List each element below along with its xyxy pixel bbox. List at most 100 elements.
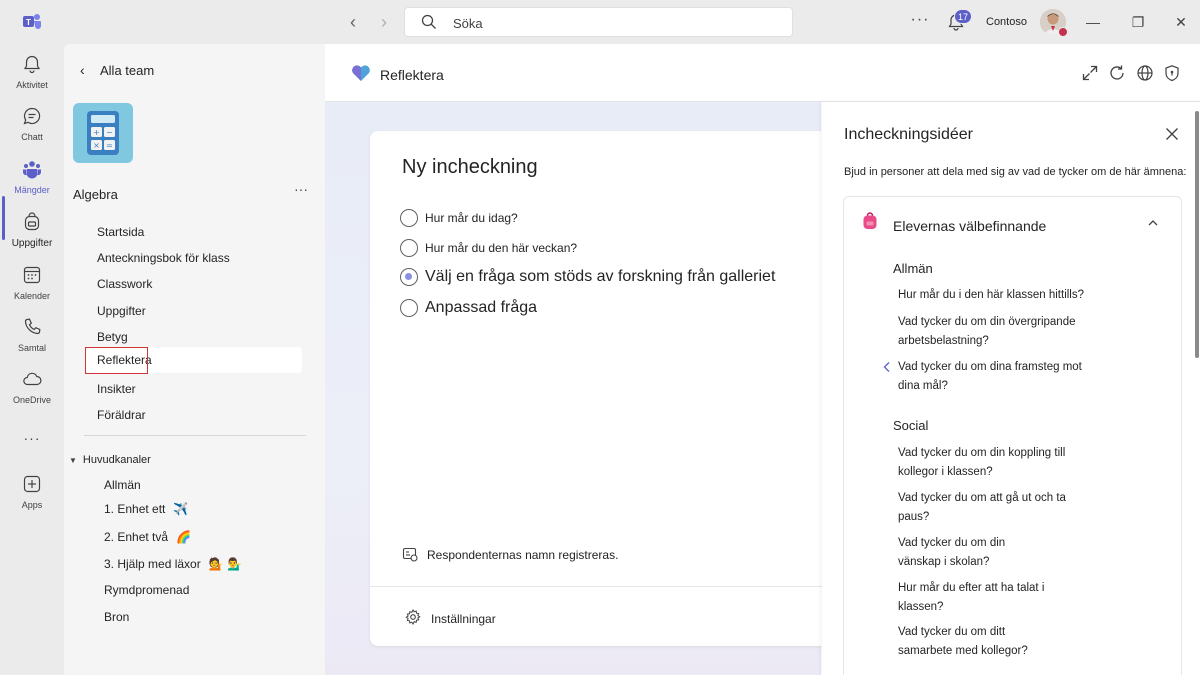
channel-item[interactable]: 1. Enhet ett ✈️ bbox=[104, 499, 188, 519]
question-item[interactable]: Vad tycker du om att gå ut och ta paus? bbox=[898, 489, 1088, 527]
svg-text:+: + bbox=[93, 128, 100, 137]
close-window-icon[interactable]: ✕ bbox=[1171, 12, 1191, 32]
question-item[interactable]: Hur mår du efter att ha talat i klassen? bbox=[898, 579, 1068, 617]
channel-label: 1. Enhet ett bbox=[104, 502, 166, 516]
gear-icon bbox=[405, 609, 421, 625]
app-rail: Aktivitet Chatt Mängder Uppgifter Kalend… bbox=[0, 44, 64, 675]
channel-item[interactable]: 3. Hjälp med läxor 💁 💁‍♂️ bbox=[104, 554, 242, 574]
rail-item-apps[interactable]: Apps bbox=[0, 474, 64, 526]
svg-text:=: = bbox=[106, 141, 113, 150]
tab-assignments[interactable]: Uppgifter bbox=[86, 298, 302, 324]
svg-text:−: − bbox=[106, 128, 113, 137]
back-label: Alla team bbox=[100, 63, 155, 78]
rail-label: Chatt bbox=[21, 132, 43, 142]
question-item[interactable]: Hur mår du i den här klassen hittills? bbox=[898, 286, 1098, 305]
tab-insights[interactable]: Insikter bbox=[86, 376, 302, 402]
caret-down-icon: ▼ bbox=[69, 456, 77, 465]
rail-label: Kalender bbox=[13, 291, 51, 301]
respondents-note-text: Respondenternas namn registreras. bbox=[427, 548, 619, 562]
chevron-left-icon: ‹ bbox=[80, 62, 85, 78]
annotation-highlight-box bbox=[85, 347, 148, 374]
question-item[interactable]: Vad tycker du om dina framsteg mot dina … bbox=[898, 358, 1088, 396]
all-teams-back-link[interactable]: ‹ Alla team bbox=[80, 62, 154, 82]
minimize-icon[interactable]: — bbox=[1083, 12, 1103, 32]
rail-label: Mängder bbox=[14, 185, 50, 195]
shield-icon[interactable] bbox=[1163, 64, 1181, 82]
channel-item[interactable]: Allmän bbox=[104, 475, 141, 495]
radio-button[interactable] bbox=[400, 239, 418, 257]
org-name[interactable]: Contoso bbox=[986, 16, 1027, 28]
radio-button[interactable] bbox=[400, 209, 418, 227]
category-title[interactable]: Elevernas välbefinnande bbox=[893, 218, 1046, 234]
main-area: Reflektera Ny incheckning Hur mår du ida… bbox=[325, 44, 1200, 675]
channels-header-label: Huvudkanaler bbox=[82, 454, 151, 466]
rail-item-teams[interactable]: Mängder bbox=[0, 159, 64, 211]
rail-item-chat[interactable]: Chatt bbox=[0, 106, 64, 158]
checkin-canvas: Ny incheckning Hur mår du idag? Hur mår … bbox=[325, 102, 835, 675]
channel-item[interactable]: Bron bbox=[104, 607, 129, 627]
section-heading-general: Allmän bbox=[893, 261, 933, 276]
search-input[interactable] bbox=[453, 13, 773, 33]
question-item[interactable]: Vad tycker du om din koppling till kolle… bbox=[898, 444, 1088, 482]
ideas-panel-title: Incheckningsidéer bbox=[844, 126, 973, 143]
question-item[interactable]: Vad tycker du om ditt samarbete med koll… bbox=[898, 623, 1048, 661]
globe-icon[interactable] bbox=[1136, 64, 1154, 82]
ideas-panel-subtitle: Bjud in personer att dela med sig av vad… bbox=[844, 166, 1187, 178]
calculator-icon: + − × = bbox=[87, 111, 119, 155]
tab-class-notebook[interactable]: Anteckningsbok för klass bbox=[86, 245, 302, 271]
question-item[interactable]: Vad tycker du om din övergripande arbets… bbox=[898, 313, 1093, 351]
section-heading-social: Social bbox=[893, 418, 929, 433]
more-dots-icon: ··· bbox=[23, 430, 41, 446]
teams-icon bbox=[22, 161, 42, 179]
option-label: Välj en fråga som stöds av forskning frå… bbox=[425, 268, 776, 285]
help-desk-emoji-icon: 💁 💁‍♂️ bbox=[208, 557, 242, 571]
calendar-icon bbox=[23, 266, 41, 284]
expand-icon[interactable] bbox=[1081, 64, 1099, 82]
search-box[interactable] bbox=[404, 7, 793, 37]
restore-icon[interactable]: ❐ bbox=[1128, 12, 1148, 32]
channel-item[interactable]: Rymdpromenad bbox=[104, 580, 189, 600]
channel-item[interactable]: 2. Enhet två 🌈 bbox=[104, 527, 191, 547]
more-options-icon[interactable]: ··· bbox=[910, 12, 930, 32]
team-more-options-icon[interactable]: ··· bbox=[293, 182, 309, 199]
panel-scrollbar[interactable] bbox=[1195, 111, 1199, 358]
id-card-icon bbox=[402, 547, 418, 562]
teams-logo-icon[interactable]: T bbox=[22, 12, 42, 32]
rail-item-onedrive[interactable]: OneDrive bbox=[0, 369, 64, 421]
option-label: Hur mår du den här veckan? bbox=[425, 241, 578, 255]
option-label: Anpassad fråga bbox=[425, 299, 538, 316]
backpack-icon bbox=[24, 212, 40, 231]
bell-icon bbox=[23, 55, 41, 74]
rail-label: OneDrive bbox=[12, 395, 51, 405]
rail-label: Apps bbox=[21, 500, 43, 510]
channels-header[interactable]: ▼ Huvudkanaler bbox=[69, 454, 151, 466]
radio-button[interactable] bbox=[400, 299, 418, 317]
question-item[interactable]: Vad tycker du om din vänskap i skolan? bbox=[898, 534, 1048, 572]
tab-parents[interactable]: Föräldrar bbox=[86, 402, 302, 428]
radio-button-selected[interactable] bbox=[400, 268, 418, 286]
chevron-left-icon bbox=[883, 362, 890, 372]
close-icon[interactable] bbox=[1165, 127, 1179, 141]
tab-startsida[interactable]: Startsida bbox=[86, 219, 302, 245]
cloud-icon bbox=[23, 372, 42, 386]
rail-label: Samtal bbox=[17, 343, 46, 353]
rail-more-apps[interactable]: ··· bbox=[0, 430, 64, 450]
channel-label: 2. Enhet två bbox=[104, 530, 169, 544]
rail-item-activity[interactable]: Aktivitet bbox=[0, 54, 64, 106]
pane-divider bbox=[84, 435, 306, 436]
svg-text:×: × bbox=[93, 141, 100, 150]
tab-classwork[interactable]: Classwork bbox=[86, 271, 302, 297]
reflect-heart-icon bbox=[352, 65, 370, 81]
rail-item-calendar[interactable]: Kalender bbox=[0, 265, 64, 317]
back-arrow-icon[interactable]: ‹ bbox=[343, 12, 363, 32]
forward-arrow-icon[interactable]: › bbox=[374, 12, 394, 32]
option-label: Hur mår du idag? bbox=[425, 211, 518, 225]
backpack-category-icon bbox=[863, 212, 877, 229]
phone-icon bbox=[24, 318, 41, 335]
rail-item-assignments[interactable]: Uppgifter bbox=[0, 212, 64, 264]
channel-label: 3. Hjälp med läxor bbox=[104, 557, 201, 571]
refresh-icon[interactable] bbox=[1108, 64, 1126, 82]
rail-item-calls[interactable]: Samtal bbox=[0, 317, 64, 369]
chevron-up-icon[interactable] bbox=[1146, 216, 1160, 230]
presence-status-icon bbox=[1058, 27, 1068, 37]
